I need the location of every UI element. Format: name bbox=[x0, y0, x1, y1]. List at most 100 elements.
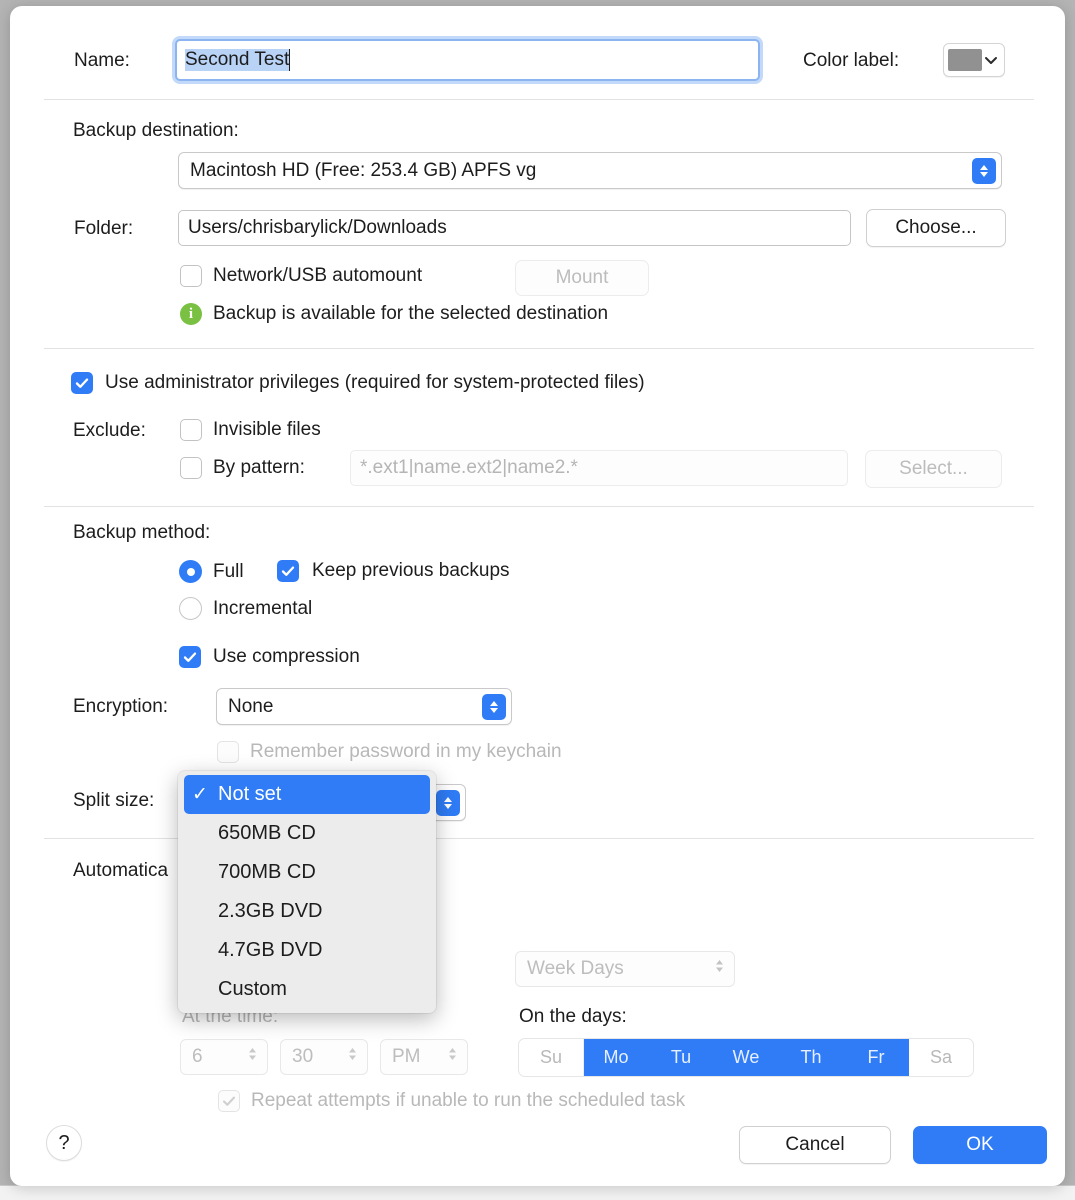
text-caret bbox=[289, 49, 291, 71]
info-icon: i bbox=[180, 303, 202, 325]
keep-previous-checkbox[interactable] bbox=[277, 560, 299, 582]
checkmark-icon bbox=[281, 566, 295, 576]
destination-status-text: Backup is available for the selected des… bbox=[213, 303, 609, 324]
by-pattern-label: By pattern: bbox=[213, 457, 305, 478]
help-icon: ? bbox=[58, 1131, 70, 1154]
cancel-button[interactable]: Cancel bbox=[739, 1126, 891, 1164]
days-of-week-selector[interactable]: Su Mo Tu We Th Fr Sa bbox=[518, 1038, 974, 1077]
help-button[interactable]: ? bbox=[46, 1125, 82, 1161]
menu-item-label: 2.3GB DVD bbox=[218, 900, 323, 922]
keep-previous-row[interactable]: Keep previous backups bbox=[277, 560, 510, 582]
repeat-attempts-label: Repeat attempts if unable to run the sch… bbox=[251, 1090, 686, 1111]
mount-button[interactable]: Mount bbox=[515, 260, 649, 296]
meridiem-stepper[interactable]: PM bbox=[380, 1039, 468, 1075]
encryption-popup-value: None bbox=[228, 695, 274, 717]
keychain-row[interactable]: Remember password in my keychain bbox=[217, 741, 562, 763]
minute-value: 30 bbox=[292, 1046, 314, 1067]
day-su[interactable]: Su bbox=[519, 1039, 584, 1076]
color-label-wrap: Color label: bbox=[803, 50, 899, 72]
menu-item-label: 4.7GB DVD bbox=[218, 939, 323, 961]
menu-checkmark-icon: ✓ bbox=[192, 784, 208, 805]
name-label-wrap: Name: bbox=[74, 50, 130, 72]
week-days-popup[interactable]: Week Days bbox=[515, 951, 735, 987]
day-th[interactable]: Th bbox=[779, 1039, 844, 1076]
choose-folder-label: Choose... bbox=[895, 217, 977, 238]
menu-item-23gb-dvd[interactable]: 2.3GB DVD bbox=[178, 892, 436, 931]
select-pattern-button[interactable]: Select... bbox=[865, 450, 1002, 488]
day-sa[interactable]: Sa bbox=[909, 1039, 973, 1076]
by-pattern-checkbox[interactable] bbox=[180, 457, 202, 479]
day-mo[interactable]: Mo bbox=[584, 1039, 649, 1076]
backup-settings-dialog: Name: Second Test Color label: Backup de… bbox=[10, 6, 1065, 1186]
by-pattern-row[interactable]: By pattern: bbox=[180, 457, 305, 479]
method-heading-wrap: Backup method: bbox=[73, 522, 210, 544]
popup-stepper-icon bbox=[482, 693, 506, 720]
menu-item-650mb-cd[interactable]: 650MB CD bbox=[178, 814, 436, 853]
use-compression-label: Use compression bbox=[213, 646, 360, 667]
method-incremental-label: Incremental bbox=[213, 597, 313, 619]
invisible-files-row[interactable]: Invisible files bbox=[180, 419, 321, 441]
day-tu[interactable]: Tu bbox=[649, 1039, 714, 1076]
admin-privileges-row[interactable]: Use administrator privileges (required f… bbox=[71, 372, 645, 394]
color-label-picker[interactable] bbox=[943, 43, 1005, 77]
name-input-value: Second Test bbox=[185, 49, 290, 71]
ok-button[interactable]: OK bbox=[913, 1126, 1047, 1164]
encryption-label-wrap: Encryption: bbox=[73, 696, 168, 718]
checkmark-icon bbox=[222, 1096, 236, 1106]
ok-label: OK bbox=[966, 1134, 994, 1155]
use-compression-checkbox[interactable] bbox=[179, 646, 201, 668]
repeat-attempts-checkbox[interactable] bbox=[218, 1090, 240, 1112]
stepper-arrows-icon bbox=[446, 1045, 459, 1069]
hour-value: 6 bbox=[192, 1046, 203, 1067]
folder-label-wrap: Folder: bbox=[74, 218, 133, 240]
method-full-row[interactable]: Full bbox=[179, 560, 244, 583]
invisible-files-label: Invisible files bbox=[213, 419, 321, 440]
stepper-arrows-icon bbox=[346, 1045, 359, 1069]
menu-item-700mb-cd[interactable]: 700MB CD bbox=[178, 853, 436, 892]
select-pattern-label: Select... bbox=[899, 458, 968, 479]
repeat-attempts-row[interactable]: Repeat attempts if unable to run the sch… bbox=[218, 1090, 685, 1112]
destination-heading: Backup destination: bbox=[73, 120, 239, 141]
destination-status: i Backup is available for the selected d… bbox=[180, 303, 608, 325]
admin-privileges-checkbox[interactable] bbox=[71, 372, 93, 394]
destination-popup-value: Macintosh HD (Free: 253.4 GB) APFS vg bbox=[190, 159, 537, 181]
destination-heading-wrap: Backup destination: bbox=[73, 120, 239, 142]
keep-previous-label: Keep previous backups bbox=[312, 560, 510, 581]
admin-privileges-label: Use administrator privileges (required f… bbox=[105, 372, 645, 393]
exclude-label: Exclude: bbox=[73, 420, 146, 441]
menu-item-not-set[interactable]: ✓ Not set bbox=[184, 775, 430, 814]
on-the-days-label: On the days: bbox=[519, 1006, 627, 1027]
method-incremental-radio[interactable] bbox=[179, 597, 202, 620]
pattern-input[interactable]: *.ext1|name.ext2|name2.* bbox=[350, 450, 848, 486]
day-we[interactable]: We bbox=[714, 1039, 779, 1076]
week-days-value: Week Days bbox=[527, 958, 624, 979]
schedule-heading: Automatica bbox=[73, 860, 169, 881]
keychain-label: Remember password in my keychain bbox=[250, 741, 562, 762]
folder-input[interactable]: Users/chrisbarylick/Downloads bbox=[178, 210, 851, 246]
day-fr[interactable]: Fr bbox=[844, 1039, 909, 1076]
split-size-menu[interactable]: ✓ Not set 650MB CD 700MB CD 2.3GB DVD 4.… bbox=[178, 771, 436, 1013]
menu-item-47gb-dvd[interactable]: 4.7GB DVD bbox=[178, 931, 436, 970]
cancel-label: Cancel bbox=[785, 1134, 845, 1155]
use-compression-row[interactable]: Use compression bbox=[179, 646, 360, 668]
hour-stepper[interactable]: 6 bbox=[180, 1039, 268, 1075]
menu-item-custom[interactable]: Custom bbox=[178, 970, 436, 1009]
invisible-files-checkbox[interactable] bbox=[180, 419, 202, 441]
name-input[interactable]: Second Test bbox=[175, 39, 760, 81]
automount-checkbox[interactable] bbox=[180, 265, 202, 287]
keychain-checkbox[interactable] bbox=[217, 741, 239, 763]
method-heading: Backup method: bbox=[73, 522, 211, 543]
minute-stepper[interactable]: 30 bbox=[280, 1039, 368, 1075]
checkmark-icon bbox=[183, 652, 197, 662]
destination-popup[interactable]: Macintosh HD (Free: 253.4 GB) APFS vg bbox=[178, 152, 1002, 189]
stepper-arrows-icon bbox=[246, 1045, 259, 1069]
automount-row[interactable]: Network/USB automount bbox=[180, 265, 422, 287]
method-full-radio[interactable] bbox=[179, 560, 202, 583]
divider-2 bbox=[44, 348, 1034, 349]
desktop-backdrop bbox=[0, 1185, 1075, 1200]
name-label: Name: bbox=[74, 50, 130, 71]
method-incremental-row[interactable]: Incremental bbox=[179, 597, 312, 620]
choose-folder-button[interactable]: Choose... bbox=[866, 209, 1006, 247]
divider-3 bbox=[44, 506, 1034, 507]
encryption-popup[interactable]: None bbox=[216, 688, 512, 725]
